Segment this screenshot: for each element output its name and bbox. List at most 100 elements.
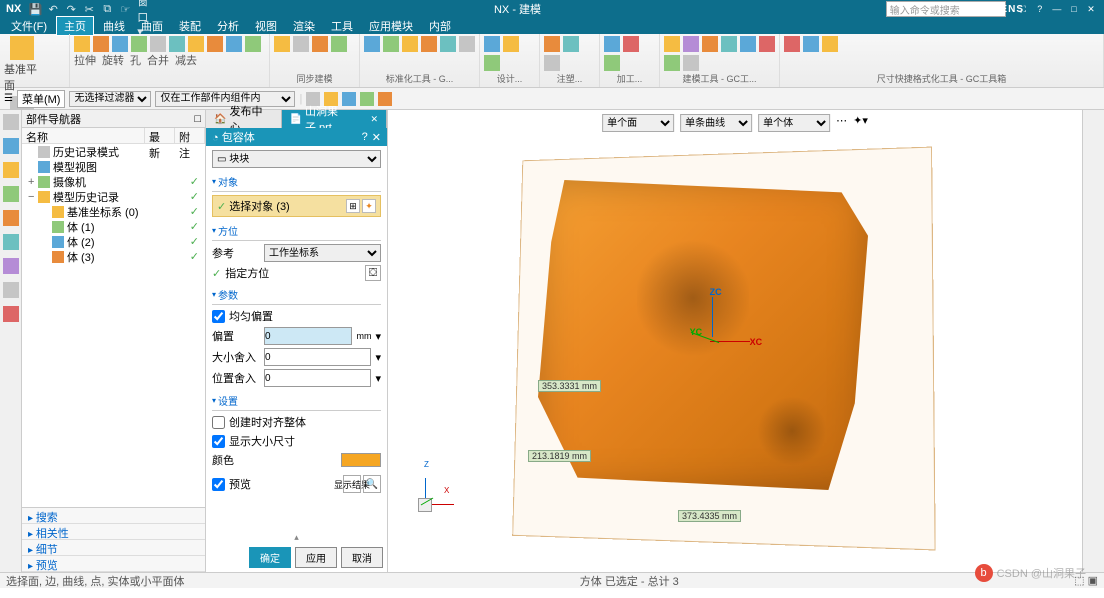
cancel-button[interactable]: 取消 [341,547,383,568]
tab-assembly[interactable]: 装配 [172,17,208,35]
window-icon[interactable]: ❐窗口▾ [137,3,149,15]
copy-icon[interactable]: ⧉ [101,3,113,15]
nav-browser-icon[interactable] [3,234,19,250]
view-triad[interactable]: Z X [418,472,458,512]
des3-icon[interactable] [484,55,500,71]
acc-depend[interactable]: ▸ 相关性 [22,524,205,540]
tab-publish[interactable]: 🏠 发布中心 [206,110,282,128]
ref-select[interactable]: 工作坐标系 [264,244,381,262]
section-orient[interactable]: 方位 [212,221,381,241]
std1-icon[interactable] [364,36,380,52]
save-icon[interactable]: 💾 [29,3,41,15]
uniform-check[interactable] [212,310,225,323]
model-body[interactable] [538,180,868,490]
tab-curve[interactable]: 曲线 [96,17,132,35]
nav-sys-icon[interactable] [3,306,19,322]
dim3-icon[interactable] [822,36,838,52]
face-filter[interactable]: 单个面 [602,114,674,132]
dim-1[interactable]: 353.3331 mm [538,380,601,392]
minimize-icon[interactable]: — [1050,3,1064,15]
col-latest[interactable]: 最新 [145,128,175,143]
des1-icon[interactable] [484,36,500,52]
dim2-icon[interactable] [803,36,819,52]
mt7-icon[interactable] [664,55,680,71]
mold3-icon[interactable] [544,55,560,71]
tab-app[interactable]: 应用模块 [362,17,420,35]
des2-icon[interactable] [503,36,519,52]
draft-icon[interactable] [245,36,261,52]
std2-icon[interactable] [383,36,399,52]
mt6-icon[interactable] [759,36,775,52]
ok-button[interactable]: 确定 [249,547,291,568]
csys-icon[interactable]: ⛋ [365,265,381,281]
touch-icon[interactable]: ☞ [119,3,131,15]
result-button[interactable]: 显示结果 [343,475,361,493]
file-menu[interactable]: 文件(F) [4,17,54,35]
sb5-icon[interactable] [378,92,392,106]
type-select[interactable]: ▭ 块块 [212,150,381,168]
round-input[interactable] [264,348,371,366]
tab-view[interactable]: 视图 [248,17,284,35]
nav-pin-icon[interactable]: □ [194,113,201,125]
filter2-select[interactable]: 仅在工作部件内组件内 [155,91,295,107]
keep-check[interactable] [212,416,225,429]
tree-row[interactable]: 体 (3)✓ [22,249,205,264]
mfg3-icon[interactable] [604,55,620,71]
unite-icon[interactable] [131,36,147,52]
nav-assy-icon[interactable] [3,138,19,154]
resizeface-icon[interactable] [331,36,347,52]
pos-input[interactable] [264,369,371,387]
datum-plane-button[interactable]: 基准平面 [4,36,40,93]
nav-reuse-icon[interactable] [3,186,19,202]
section-object[interactable]: 对象 [212,172,381,192]
tab-partfile[interactable]: 📄 山洞果子.prt ✕ [282,110,387,128]
subtract-icon[interactable] [150,36,166,52]
mold1-icon[interactable] [544,36,560,52]
section-param[interactable]: 参数 [212,285,381,305]
revolve-icon[interactable] [93,36,109,52]
tab-tools[interactable]: 工具 [324,17,360,35]
offset-input[interactable] [264,327,352,345]
close-icon[interactable]: ✕ [1084,3,1098,15]
acc-detail[interactable]: ▸ 细节 [22,540,205,556]
body-filter[interactable]: 单个体 [758,114,830,132]
more-icon[interactable]: ⋯ [836,114,847,132]
tab-analysis[interactable]: 分析 [210,17,246,35]
nav-history-icon[interactable] [3,258,19,274]
mfg2-icon[interactable] [623,36,639,52]
filter1-select[interactable]: 无选择过滤器 [69,91,151,107]
tab-home[interactable]: 主页 [56,16,94,36]
mold2-icon[interactable] [563,36,579,52]
nav-parts-icon[interactable] [3,114,19,130]
mt5-icon[interactable] [740,36,756,52]
help-icon[interactable]: ? [1033,3,1047,15]
std4-icon[interactable] [421,36,437,52]
hole-icon[interactable] [112,36,128,52]
mt8-icon[interactable] [683,55,699,71]
chamfer-icon[interactable] [226,36,242,52]
sel-filter-icon[interactable]: ⊞ [346,199,360,213]
mt1-icon[interactable] [664,36,680,52]
mt3-icon[interactable] [702,36,718,52]
replaceface-icon[interactable] [293,36,309,52]
undo-icon[interactable]: ↶ [47,3,59,15]
intersect-icon[interactable] [169,36,185,52]
dim1-icon[interactable] [784,36,800,52]
show-check[interactable] [212,435,225,448]
col-name[interactable]: 名称 [22,128,145,143]
tree-row[interactable]: 体 (2)✓ [22,234,205,249]
color-swatch[interactable] [341,453,381,467]
col-notes[interactable]: 附注 [175,128,205,143]
snap-icon[interactable]: ✦▾ [853,114,868,132]
mfg1-icon[interactable] [604,36,620,52]
dim-2[interactable]: 213.1819 mm [528,450,591,462]
nav-constr-icon[interactable] [3,162,19,178]
section-settings[interactable]: 设置 [212,391,381,411]
shell-icon[interactable] [188,36,204,52]
moveface-icon[interactable] [274,36,290,52]
redo-icon[interactable]: ↷ [65,3,77,15]
result-refresh-icon[interactable]: 🔍 [363,475,381,493]
tree-row[interactable]: 历史记录模式 [22,144,205,159]
tree-row[interactable]: 模型视图 [22,159,205,174]
std5-icon[interactable] [440,36,456,52]
